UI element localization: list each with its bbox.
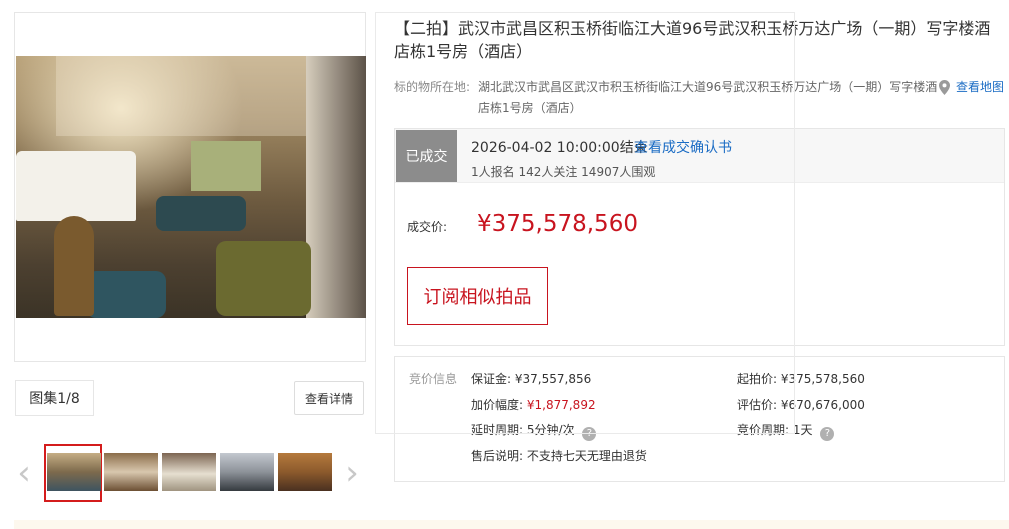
- aftersale-row: 售后说明: 不支持七天无理由退货: [471, 447, 647, 464]
- prev-arrow-icon[interactable]: ‹: [12, 455, 36, 491]
- photo-wall: [306, 56, 366, 318]
- thumbnail-3[interactable]: [162, 453, 216, 491]
- location-label: 标的物所在地:: [394, 80, 471, 94]
- increment-value: ¥1,877,892: [526, 398, 596, 412]
- auction-status-panel: 已成交 2026-04-02 10:00:00结束 查看成交确认书 1人报名 1…: [394, 128, 1005, 346]
- cycle-row: 竞价周期: 1天 ?: [737, 421, 835, 441]
- status-badge: 已成交: [396, 130, 457, 182]
- increment-row: 加价幅度: ¥1,877,892: [471, 396, 596, 413]
- view-confirmation-link[interactable]: 查看成交确认书: [634, 137, 732, 157]
- subscribe-similar-button[interactable]: 订阅相似拍品: [407, 267, 548, 325]
- item-title: 【二拍】武汉市武昌区积玉桥街临江大道96号武汉积玉桥万达广场（一期）写字楼酒店栋…: [394, 19, 991, 61]
- auction-stats: 1人报名 142人关注 14907人围观: [471, 165, 656, 179]
- deal-price-label: 成交价:: [407, 220, 448, 234]
- photo-ceiling: [56, 56, 306, 136]
- deposit-label: 保证金:: [471, 372, 512, 386]
- photo-window: [191, 141, 261, 191]
- view-details-button[interactable]: 查看详情: [294, 381, 364, 415]
- appraise-row: 评估价: ¥670,676,000: [737, 396, 865, 413]
- bidding-info-title: 竞价信息: [409, 372, 458, 386]
- aftersale-label: 售后说明:: [471, 449, 524, 463]
- thumbnail-5[interactable]: [278, 453, 332, 491]
- start-price-value: ¥375,578,560: [780, 372, 865, 386]
- thumbnail-4[interactable]: [220, 453, 274, 491]
- appraise-value: ¥670,676,000: [780, 398, 865, 412]
- appraise-label: 评估价:: [737, 398, 778, 412]
- album-counter: 图集1/8: [15, 380, 94, 416]
- start-price-label: 起拍价:: [737, 372, 778, 386]
- bottom-notice-strip: [14, 520, 1009, 529]
- photo-sofa: [156, 196, 246, 231]
- photo-lamp-base: [54, 216, 94, 316]
- delay-value: 5分钟/次: [526, 423, 575, 437]
- deposit-row: 保证金: ¥37,557,856: [471, 370, 591, 387]
- main-image-frame: [14, 12, 366, 362]
- next-arrow-icon[interactable]: ›: [340, 455, 364, 491]
- photo-armchair-left: [86, 271, 166, 318]
- photo-armchair: [216, 241, 311, 316]
- view-map-link[interactable]: 查看地图: [956, 77, 1004, 98]
- end-time: 2026-04-02 10:00:00结束: [471, 140, 648, 156]
- cycle-label: 竞价周期:: [737, 423, 790, 437]
- status-header: 已成交 2026-04-02 10:00:00结束 查看成交确认书 1人报名 1…: [395, 129, 1004, 183]
- cycle-value: 1天: [792, 423, 813, 437]
- thumbnail-1[interactable]: [47, 453, 101, 491]
- location-text: 湖北武汉市武昌区武汉市积玉桥街临江大道96号武汉积玉桥万达广场（一期）写字楼酒店…: [478, 80, 938, 115]
- deposit-value: ¥37,557,856: [514, 372, 592, 386]
- bidding-info-panel: 竞价信息 保证金: ¥37,557,856 起拍价: ¥375,578,560 …: [394, 356, 1005, 482]
- start-price-row: 起拍价: ¥375,578,560: [737, 370, 865, 387]
- main-photo[interactable]: [16, 56, 366, 318]
- map-pin-icon: [939, 80, 950, 95]
- increment-label: 加价幅度:: [471, 398, 524, 412]
- help-question-icon[interactable]: ?: [820, 427, 835, 441]
- delay-label: 延时周期:: [471, 423, 524, 437]
- photo-lamp-shade: [16, 151, 136, 221]
- aftersale-value: 不支持七天无理由退货: [526, 449, 647, 463]
- delay-row: 延时周期: 5分钟/次 ?: [471, 421, 597, 441]
- help-question-icon[interactable]: ?: [582, 427, 597, 441]
- thumbnail-2[interactable]: [104, 453, 158, 491]
- deal-price: ¥375,578,560: [477, 211, 638, 237]
